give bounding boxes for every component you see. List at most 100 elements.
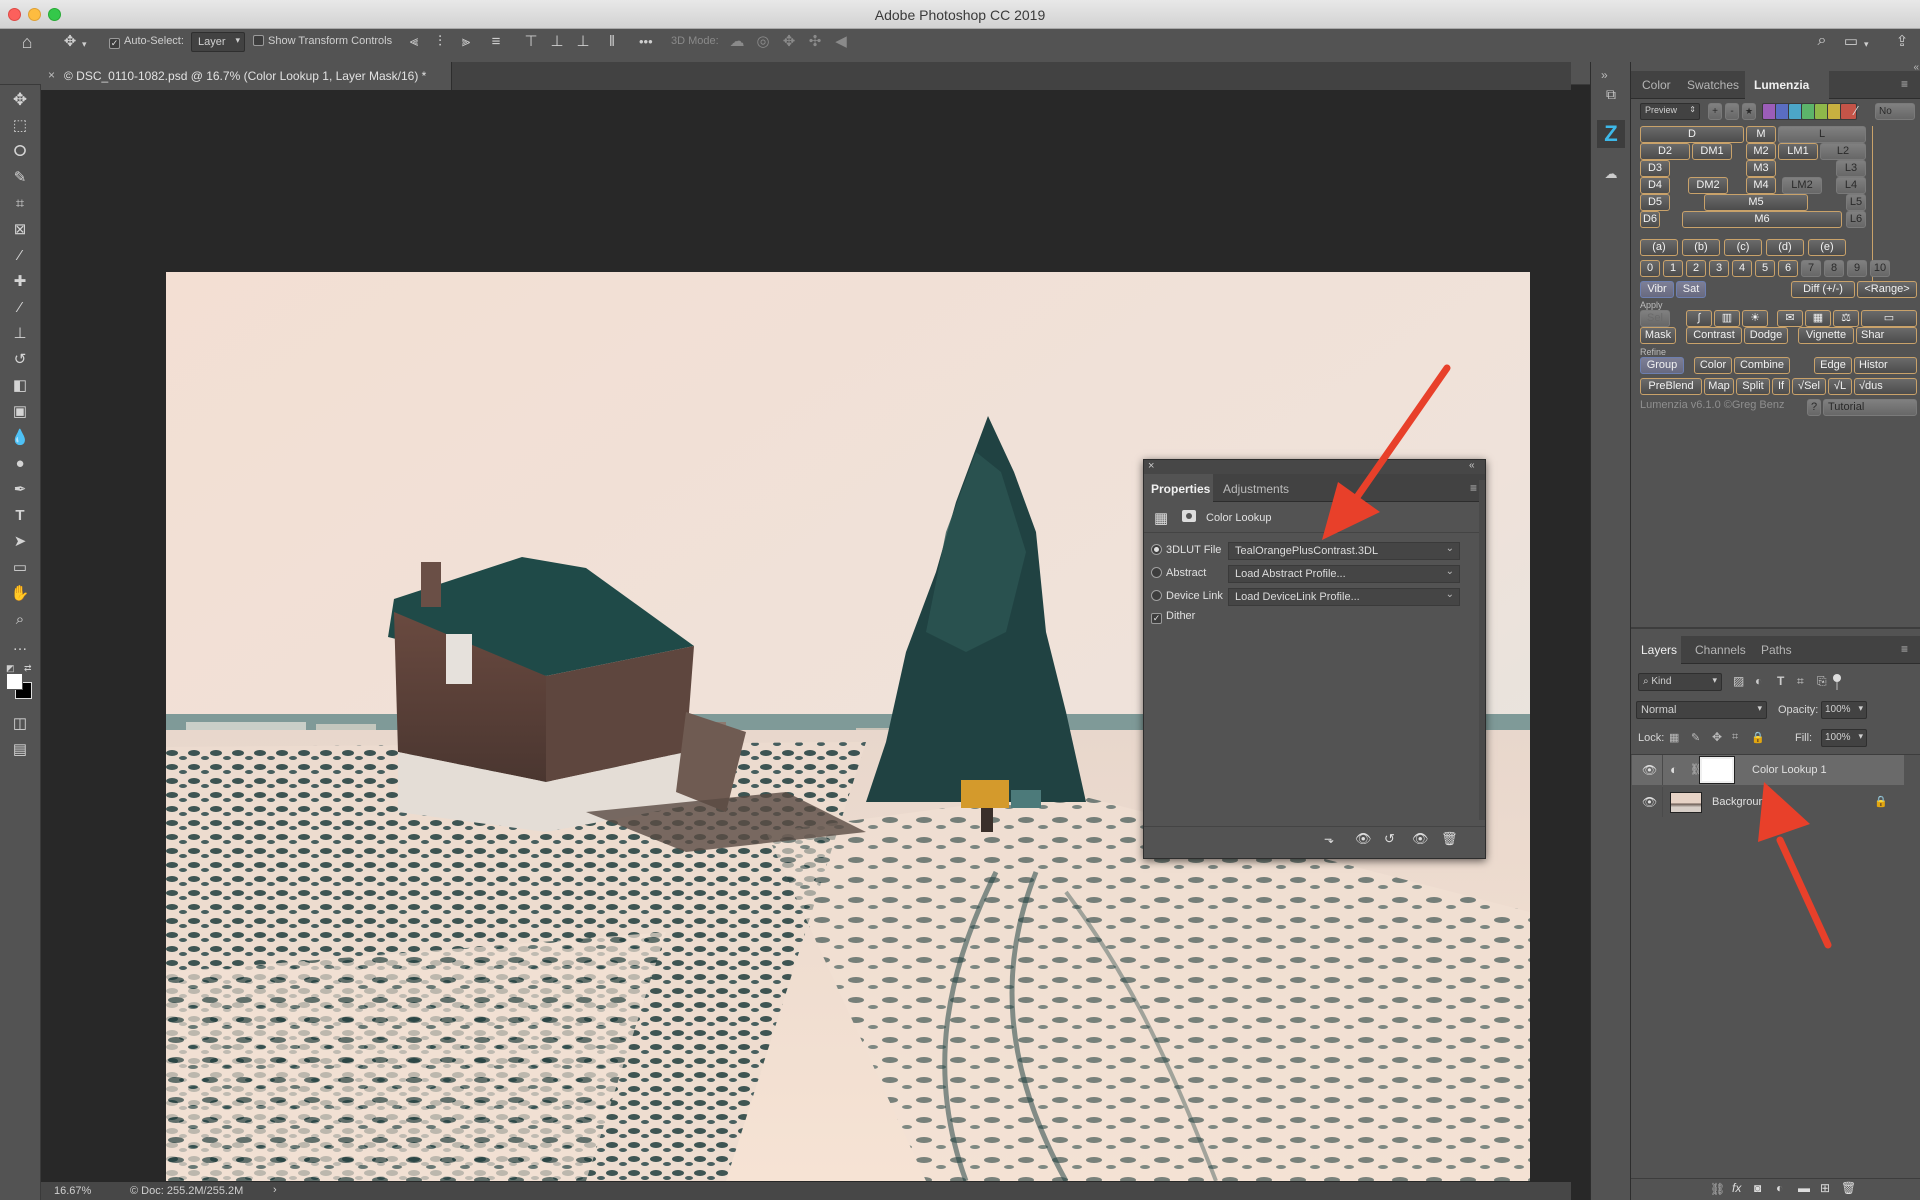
blend-mode-dropdown[interactable]: Normal ▾	[1636, 701, 1767, 719]
zoom-tool-icon[interactable]: ⌕	[8, 609, 32, 631]
opacity-input[interactable]: 100% ▾	[1821, 701, 1867, 719]
history-brush-tool-icon[interactable]: ↺	[8, 349, 32, 371]
collapse-panel-icon[interactable]: «	[1469, 460, 1475, 471]
fx-icon[interactable]: fx	[1732, 1181, 1741, 1195]
align-right-icon[interactable]: ⫸	[458, 34, 474, 50]
zone-button-l[interactable]: L	[1778, 126, 1866, 143]
zoom-level[interactable]: 16.67%	[54, 1185, 91, 1197]
refine-combine-button[interactable]: Combine	[1734, 357, 1790, 374]
brush-tool-icon[interactable]: ⁄	[8, 297, 32, 319]
align-top-icon[interactable]: ⊤	[523, 34, 539, 50]
layer-mask-thumbnail[interactable]	[1699, 756, 1735, 784]
zone-button-lm2[interactable]: LM2	[1782, 177, 1822, 194]
levels-icon-button[interactable]: ▥	[1714, 310, 1740, 327]
zone-button-m6[interactable]: M6	[1682, 211, 1842, 228]
refine-history-button[interactable]: Histor	[1854, 357, 1917, 374]
eyedropper-tool-icon[interactable]: ⁄	[8, 245, 32, 267]
roll-3d-icon[interactable]: ◎	[754, 34, 772, 50]
zone-button-l6[interactable]: L6	[1846, 211, 1866, 228]
zone-button-d5[interactable]: D5	[1640, 194, 1670, 211]
zone-button-d6[interactable]: D6	[1640, 211, 1660, 228]
panel-menu-icon[interactable]: ≡	[1901, 642, 1908, 656]
apply-contrast-button[interactable]: Contrast	[1686, 327, 1742, 344]
lock-artboard-icon[interactable]: ⌗	[1732, 731, 1738, 744]
if-button[interactable]: If	[1772, 378, 1790, 395]
folder-icon[interactable]: ▬	[1798, 1181, 1810, 1195]
radio-3dlut[interactable]: 3DLUT File	[1151, 544, 1221, 556]
panel-menu-icon[interactable]: ≡	[1901, 77, 1908, 91]
apply-dodge-button[interactable]: Dodge	[1744, 327, 1788, 344]
dodge-tool-icon[interactable]: ●	[8, 453, 32, 475]
toggle-visibility-icon[interactable]: 👁	[1412, 831, 1429, 847]
tab-lumenzia[interactable]: Lumenzia	[1754, 78, 1809, 92]
orbit-3d-icon[interactable]: ☁	[728, 34, 746, 50]
check-dust-button[interactable]: √dus	[1854, 378, 1917, 395]
document-tab[interactable]: × © DSC_0110-1082.psd @ 16.7% (Color Loo…	[41, 62, 452, 90]
number-button[interactable]: 4	[1732, 260, 1752, 277]
collapse-dock-icon[interactable]: »	[1601, 68, 1608, 82]
number-button[interactable]: 10	[1870, 260, 1890, 277]
drag-3d-icon[interactable]: ✥	[780, 34, 798, 50]
slide-3d-icon[interactable]: ✣	[806, 34, 824, 50]
zone-button-l2[interactable]: L2	[1820, 143, 1866, 160]
range-button[interactable]: <Range>	[1857, 281, 1917, 298]
vibr-button[interactable]: Vibr	[1640, 281, 1674, 298]
cut-button[interactable]: No	[1875, 103, 1915, 120]
dither-checkbox[interactable]: ✓ Dither	[1151, 610, 1195, 624]
properties-scrollbar[interactable]	[1479, 480, 1485, 820]
properties-header[interactable]: × «	[1144, 460, 1485, 474]
quick-selection-tool-icon[interactable]: ✎	[8, 167, 32, 189]
chevron-down-icon[interactable]: ▾	[82, 36, 87, 52]
view-previous-state-icon[interactable]: 👁	[1355, 831, 1372, 847]
align-center-icon[interactable]: ⫶	[432, 34, 448, 50]
panel-divider[interactable]	[1631, 627, 1920, 629]
more-tools-icon[interactable]: …	[8, 635, 32, 657]
preview-minus-button[interactable]: -	[1725, 103, 1739, 120]
libraries-icon[interactable]: ☁	[1599, 166, 1623, 186]
layer-name[interactable]: Color Lookup 1	[1752, 764, 1827, 776]
lock-all-icon[interactable]: 🔒	[1751, 731, 1765, 744]
frame-tool-icon[interactable]: ⊠	[8, 219, 32, 241]
align-middle-icon[interactable]: ⊥	[549, 34, 565, 50]
letter-button[interactable]: (a)	[1640, 239, 1678, 256]
tab-channels[interactable]: Channels	[1695, 643, 1746, 657]
filter-shape-icon[interactable]: ⌗	[1797, 674, 1804, 689]
zone-button-d3[interactable]: D3	[1640, 160, 1670, 177]
status-menu-arrow[interactable]: ›	[273, 1184, 277, 1196]
scale-3d-icon[interactable]: ◀	[832, 34, 850, 50]
abstract-dropdown[interactable]: Load Abstract Profile... ⌄	[1228, 565, 1460, 583]
balance-icon-button[interactable]: ⚖	[1833, 310, 1859, 327]
foreground-color-swatch[interactable]	[6, 673, 23, 690]
layer-row-color-lookup[interactable]: 👁 ◐ ⛓ Color Lookup 1	[1632, 755, 1904, 785]
mask-icon[interactable]: ◙	[1754, 1181, 1761, 1195]
3dlut-dropdown[interactable]: TealOrangePlusContrast.3DL ⌄	[1228, 542, 1460, 560]
film-icon-button[interactable]: ▦	[1805, 310, 1831, 327]
eye-icon[interactable]: 👁	[1642, 763, 1657, 777]
new-layer-icon[interactable]: ⊞	[1820, 1181, 1830, 1195]
zone-button-l5[interactable]: L5	[1846, 194, 1866, 211]
close-panel-icon[interactable]: ×	[1148, 460, 1154, 472]
adjustment-icon[interactable]: ◐	[1776, 1181, 1783, 1195]
clone-stamp-tool-icon[interactable]: ⊥	[8, 323, 32, 345]
hand-tool-icon[interactable]: ✋	[8, 583, 32, 605]
number-button[interactable]: 3	[1709, 260, 1729, 277]
move-tool-icon[interactable]: ✥	[8, 89, 32, 111]
tutorial-button[interactable]: Tutorial	[1823, 399, 1917, 416]
zone-button-m5[interactable]: M5	[1704, 194, 1808, 211]
gradient-tool-icon[interactable]: ▣	[8, 401, 32, 423]
zone-button-l3[interactable]: L3	[1836, 160, 1866, 177]
zone-button-m[interactable]: M	[1746, 126, 1776, 143]
diff-button[interactable]: Diff (+/-)	[1791, 281, 1855, 298]
tab-paths[interactable]: Paths	[1761, 643, 1792, 657]
curves-icon-button[interactable]: ∫	[1686, 310, 1712, 327]
delete-icon[interactable]: 🗑	[1441, 831, 1458, 847]
letter-button[interactable]: (c)	[1724, 239, 1762, 256]
share-icon[interactable]: ⇪	[1893, 34, 1911, 50]
filter-kind-dropdown[interactable]: ⌕ Kind ▾	[1638, 673, 1722, 691]
layer-row-background[interactable]: 👁 Background 🔒	[1632, 787, 1904, 817]
quick-mask-icon[interactable]: ◫	[8, 713, 32, 735]
auto-select-dropdown[interactable]: Layer ▾	[191, 32, 245, 52]
home-icon[interactable]: ⌂	[16, 33, 38, 51]
filter-pixel-icon[interactable]: ▨	[1733, 674, 1744, 688]
blur-tool-icon[interactable]: 💧	[8, 427, 32, 449]
